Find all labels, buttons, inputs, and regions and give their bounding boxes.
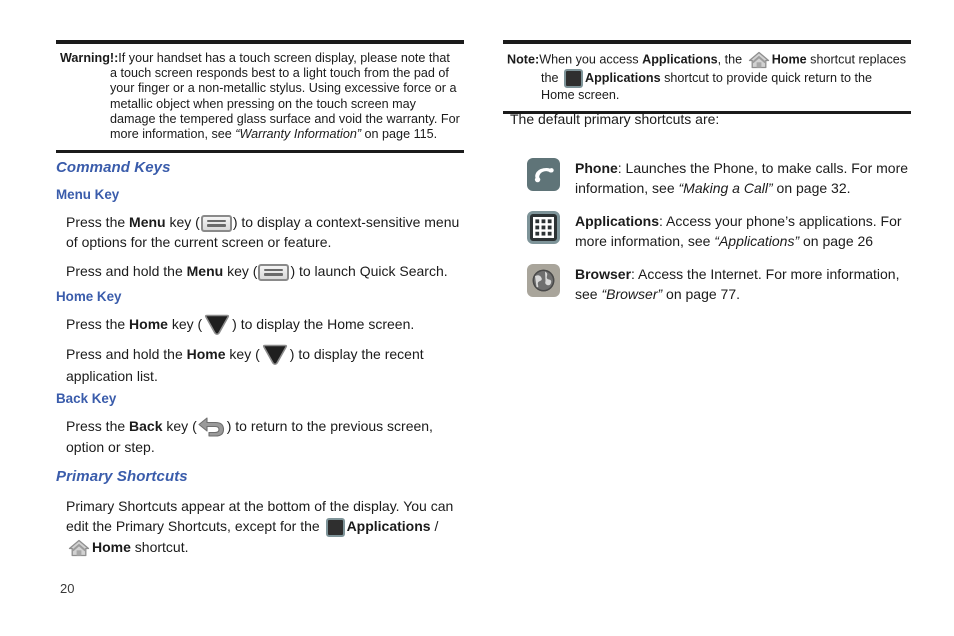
- back-p1-bold: Back: [129, 418, 163, 434]
- menu-p2-a: Press and hold the: [66, 263, 187, 279]
- warning-callout: Warning!:If your handset has a touch scr…: [56, 40, 464, 154]
- shortcut-applications-desc-b: on page 26: [799, 233, 874, 249]
- back-p1-a: Press the: [66, 418, 130, 434]
- menu-p2-c: ) to launch Quick Search.: [290, 263, 448, 279]
- note-label: Note:: [507, 52, 540, 67]
- menu-key-paragraph-2: Press and hold the Menu key ( ) to launch…: [66, 261, 464, 281]
- back-key-icon: [198, 417, 226, 437]
- home-p2-bold: Home: [186, 346, 226, 362]
- warning-text: Warning!:If your handset has a touch scr…: [60, 51, 460, 142]
- menu-p2-bold: Menu: [186, 263, 224, 279]
- shortcut-browser-name: Browser: [575, 266, 632, 282]
- back-key-paragraph-1: Press the Back key ( ) to return to the …: [66, 416, 464, 457]
- note-callout: Note:When you access Applications, the H…: [503, 40, 911, 115]
- shortcut-phone-text: Phone: Launches the Phone, to make calls…: [575, 158, 911, 198]
- shortcut-item-phone[interactable]: Phone: Launches the Phone, to make calls…: [527, 158, 911, 198]
- browser-globe-icon: [527, 264, 560, 297]
- menu-key-paragraph-1: Press the Menu key () to display a conte…: [66, 212, 464, 252]
- ps-text-end: shortcut.: [130, 538, 189, 555]
- section-heading-command-keys: Command Keys: [56, 159, 171, 176]
- home-p1-c: ) to display the Home screen.: [232, 316, 415, 332]
- section-heading-primary-shortcuts: Primary Shortcuts: [56, 468, 188, 485]
- manual-page: Warning!:If your handset has a touch scr…: [0, 0, 954, 636]
- home-house-icon: [748, 51, 770, 69]
- home-key-icon: [261, 344, 289, 366]
- note-t1: When you access: [539, 52, 643, 67]
- shortcut-applications-name: Applications: [575, 213, 660, 229]
- note-home-bold: Home: [771, 52, 807, 67]
- shortcuts-list: Phone: Launches the Phone, to make calls…: [527, 158, 911, 304]
- back-p1-b: key (: [162, 418, 197, 434]
- shortcut-applications-text: Applications: Access your phone’s applic…: [575, 211, 911, 251]
- home-p1-a: Press the: [66, 316, 130, 332]
- shortcut-item-browser[interactable]: Browser: Access the Internet. For more i…: [527, 264, 911, 304]
- menu-key-icon: [258, 263, 290, 281]
- note-applications-bold: Applications: [642, 52, 718, 67]
- home-p1-bold: Home: [129, 316, 168, 332]
- shortcut-browser-text: Browser: Access the Internet. For more i…: [575, 264, 911, 304]
- warning-body-part2: on page 115.: [361, 127, 438, 142]
- shortcut-applications-reference: “Applications”: [714, 233, 800, 249]
- warning-bottom-rule: [56, 150, 464, 154]
- menu-p2-b: key (: [223, 263, 258, 279]
- shortcut-phone-name: Phone: [575, 160, 618, 176]
- applications-grid-icon: [325, 517, 345, 537]
- page-number: 20: [60, 581, 75, 596]
- applications-grid-icon: [527, 211, 560, 244]
- shortcut-browser-reference: “Browser”: [601, 286, 663, 302]
- note-t2: , the: [717, 52, 746, 67]
- menu-key-icon: [200, 214, 232, 232]
- shortcut-item-applications[interactable]: Applications: Access your phone’s applic…: [527, 211, 911, 251]
- ps-home-label: Home: [92, 538, 131, 555]
- warning-reference: “Warranty Information”: [235, 127, 362, 142]
- subheading-back-key: Back Key: [56, 391, 117, 406]
- home-key-paragraph-2: Press and hold the Home key ( ) to displ…: [66, 344, 456, 386]
- home-p2-a: Press and hold the: [66, 346, 187, 362]
- subheading-home-key: Home Key: [56, 289, 122, 304]
- menu-p1-a: Press the: [66, 214, 130, 230]
- menu-p1-b: key (: [165, 214, 200, 230]
- warning-label: Warning!:: [60, 51, 119, 65]
- shortcut-phone-reference: “Making a Call”: [678, 180, 773, 196]
- home-house-icon: [68, 539, 90, 557]
- home-p1-b: key (: [167, 316, 203, 332]
- ps-slash: /: [430, 518, 439, 534]
- home-key-paragraph-1: Press the Home key ( ) to display the Ho…: [66, 314, 464, 336]
- ps-applications-label: Applications: [346, 518, 431, 534]
- subheading-menu-key: Menu Key: [56, 187, 120, 202]
- phone-icon: [527, 158, 560, 191]
- applications-grid-icon: [564, 69, 584, 88]
- shortcut-browser-desc-b: on page 77.: [662, 286, 740, 302]
- shortcut-phone-desc-b: on page 32.: [772, 180, 851, 196]
- note-applications-bold-2: Applications: [585, 70, 661, 85]
- primary-shortcuts-paragraph: Primary Shortcuts appear at the bottom o…: [66, 496, 458, 557]
- menu-p1-bold: Menu: [129, 214, 166, 230]
- shortcuts-intro-text: The default primary shortcuts are:: [510, 111, 720, 127]
- home-key-icon: [203, 314, 231, 336]
- home-p2-b: key (: [225, 346, 260, 362]
- note-text: Note:When you access Applications, the H…: [507, 51, 907, 103]
